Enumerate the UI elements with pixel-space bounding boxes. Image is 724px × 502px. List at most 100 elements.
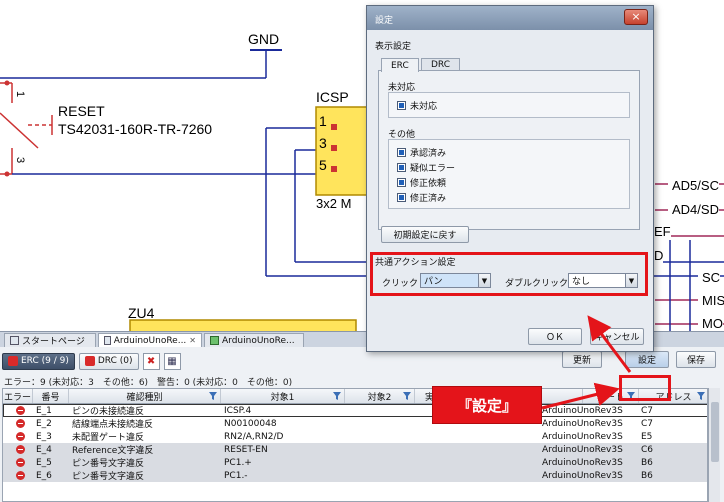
row-type: ピンの未接続違反: [72, 407, 145, 417]
error-grid: エラー 番号 確認種別 対象1 対象2 実 シート アドレス E_1 ピンの未接…: [2, 388, 708, 502]
tab-pcb[interactable]: ArduinoUnoRe...: [204, 333, 304, 347]
error-icon: [13, 443, 33, 456]
tab-label: スタートページ: [22, 337, 85, 347]
pcb-icon: [210, 336, 219, 345]
icsp-pin-label: 3: [319, 135, 327, 151]
filter-icon[interactable]: [333, 392, 341, 400]
row-address: C7: [641, 405, 654, 416]
grid-header: エラー 番号 確認種別 対象1 対象2 実 シート アドレス: [3, 389, 707, 404]
cancel-button[interactable]: キャンセル: [590, 328, 644, 345]
row-target2: [345, 469, 415, 482]
row-number: E_1: [36, 405, 52, 416]
table-row[interactable]: E_1 ピンの未接続違反 ICSP.4 ArduinoUnoRev3S C7: [3, 404, 707, 417]
row-target1: PC1.+: [224, 457, 252, 468]
tab-label: ArduinoUnoRe...: [113, 335, 187, 346]
dialog-title[interactable]: 設定: [367, 6, 653, 30]
reset-defaults-button[interactable]: 初期設定に戻す: [381, 226, 469, 243]
checkbox-icon[interactable]: [397, 193, 406, 202]
row-sheet: ArduinoUnoRev3S: [542, 405, 623, 416]
display-settings-title: 表示設定: [375, 42, 412, 52]
col-header-number[interactable]: 番号: [33, 389, 69, 403]
row-type: Reference文字違反: [72, 446, 154, 456]
error-icon: [13, 417, 33, 430]
row-address: C7: [641, 418, 654, 429]
tab-schematic[interactable]: ArduinoUnoRe... ✕: [98, 333, 202, 347]
error-summary: エラー：9 (未対応：3 その他：6) 警告：0 (未対応：0 その他：0): [4, 378, 293, 388]
filter-icon[interactable]: [403, 392, 411, 400]
checkbox-icon[interactable]: [397, 163, 406, 172]
row-sheet: ArduinoUnoRev3S: [542, 431, 623, 442]
table-row[interactable]: E_5 ピン番号文字違反 PC1.+ ArduinoUnoRev3S B6: [3, 456, 707, 469]
row-number: E_4: [36, 444, 52, 455]
col-header-error[interactable]: エラー: [3, 389, 33, 403]
row-address: B6: [641, 470, 653, 481]
pin3-label: 3: [14, 156, 27, 164]
drc-icon: [84, 356, 95, 366]
schematic-icon: [104, 336, 111, 345]
checkbox-unhandled[interactable]: 未対応: [397, 99, 437, 112]
checkbox-fixed[interactable]: 修正済み: [397, 191, 446, 204]
row-type: ピン番号文字違反: [72, 459, 145, 469]
row-type: ピン番号文字違反: [72, 472, 145, 482]
row-sheet: ArduinoUnoRev3S: [542, 470, 623, 481]
checkbox-fix-request[interactable]: 修正依頼: [397, 176, 446, 189]
tab-erc[interactable]: ERC: [381, 58, 419, 72]
row-number: E_5: [36, 457, 52, 468]
col-header-target2[interactable]: 対象2: [345, 389, 415, 403]
checkbox-icon[interactable]: [397, 101, 406, 110]
net-label: AD4/SD: [668, 202, 719, 217]
row-number: E_3: [36, 431, 52, 442]
checkbox-pseudo-error[interactable]: 疑似エラー: [397, 161, 455, 174]
table-row[interactable]: E_2 結線端点未接続違反 N00100048 ArduinoUnoRev3S …: [3, 417, 707, 430]
checkbox-icon[interactable]: [397, 178, 406, 187]
settings-button[interactable]: 設定: [625, 351, 669, 368]
col-header-label: 対象2: [367, 392, 392, 403]
row-type: 結線端点未接続違反: [72, 420, 154, 430]
erc-toggle-button[interactable]: ERC (9 / 9): [2, 352, 75, 370]
save-button[interactable]: 保存: [676, 351, 716, 368]
checkbox-icon[interactable]: [397, 148, 406, 157]
zu4-label: ZU4: [128, 305, 155, 321]
row-target2: [345, 456, 415, 469]
checkbox-label: 未対応: [410, 102, 438, 112]
row-target1: N00100048: [224, 418, 277, 429]
close-button[interactable]: ×: [624, 9, 648, 25]
settings-dialog: 設定 × 表示設定 ERC DRC 未対応 未対応 その他 承認済み 疑似エラー…: [366, 5, 654, 352]
filter-icon[interactable]: [209, 392, 217, 400]
table-row[interactable]: E_4 Reference文字違反 RESET-EN ArduinoUnoRev…: [3, 443, 707, 456]
checkbox-approved[interactable]: 承認済み: [397, 146, 446, 159]
row-target2: [345, 443, 415, 456]
close-icon[interactable]: ✕: [189, 336, 196, 345]
panel-toolbar: ERC (9 / 9) DRC (0) ✖ ▦ 更新 設定 保存: [2, 351, 720, 371]
error-icon: [13, 469, 33, 482]
check-result-panel: ERC (9 / 9) DRC (0) ✖ ▦ 更新 設定 保存 エラー：9 (…: [0, 347, 724, 502]
col-header-label: 対象1: [270, 392, 295, 403]
checkbox-label: 疑似エラー: [410, 164, 456, 174]
erc-icon: [8, 356, 18, 366]
grid-scrollbar[interactable]: [708, 388, 720, 502]
col-header-label: 確認種別: [126, 392, 163, 403]
tab-start-page[interactable]: スタートページ: [4, 333, 96, 347]
pin1-label: 1: [14, 90, 27, 98]
net-label: AD5/SC: [668, 178, 719, 193]
column-settings-icon[interactable]: ▦: [163, 352, 181, 370]
table-row[interactable]: E_3 未配置ゲート違反 RN2/A,RN2/D ArduinoUnoRev3S…: [3, 430, 707, 443]
row-target2: [345, 417, 415, 430]
icsp-ref-label: ICSP: [316, 89, 349, 105]
icsp-pin-label: 5: [319, 157, 327, 173]
icsp-value-label: 3x2 M: [316, 196, 352, 211]
filter-icon[interactable]: [697, 392, 705, 400]
col-header-target1[interactable]: 対象1: [221, 389, 345, 403]
clear-filter-icon[interactable]: ✖: [142, 352, 160, 370]
col-header-type[interactable]: 確認種別: [69, 389, 221, 403]
drc-toggle-button[interactable]: DRC (0): [78, 352, 139, 370]
ok-button[interactable]: ＯＫ: [528, 328, 582, 345]
checkbox-label: 修正済み: [410, 194, 447, 204]
error-icon: [13, 404, 33, 417]
scroll-thumb[interactable]: [711, 402, 719, 462]
table-row[interactable]: E_6 ピン番号文字違反 PC1.- ArduinoUnoRev3S B6: [3, 469, 707, 482]
update-button[interactable]: 更新: [562, 351, 602, 368]
col-header-label: 番号: [41, 392, 60, 403]
checkbox-label: 承認済み: [410, 149, 447, 159]
net-label: SC: [698, 270, 721, 285]
